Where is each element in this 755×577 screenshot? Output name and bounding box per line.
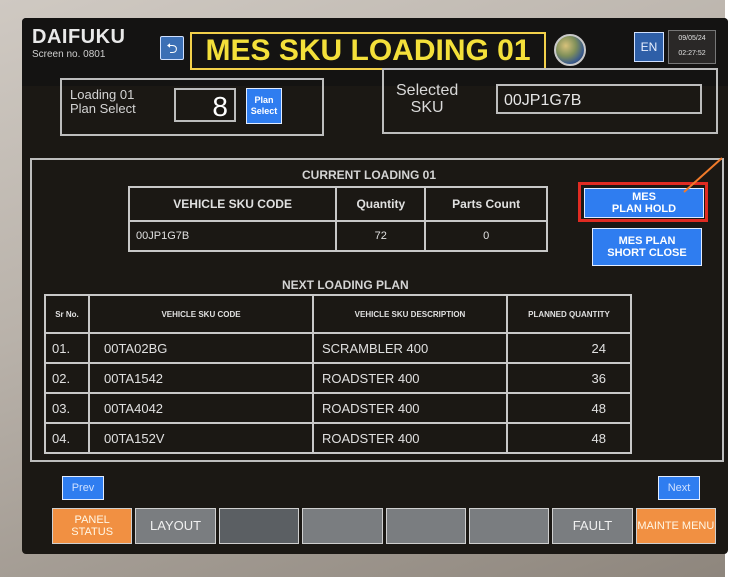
plan-select-label: Loading 01 Plan Select (70, 88, 136, 116)
cell-sku: 00TA4042 (88, 392, 314, 424)
cell-sku: 00TA152V (88, 422, 314, 454)
table-header-row: VEHICLE SKU CODE Quantity Parts Count (127, 186, 548, 222)
screen-no-label: Screen no. (32, 49, 81, 60)
plan-select-panel: Loading 01 Plan Select 8 Plan Select (60, 78, 324, 136)
mes-short-line2: SHORT CLOSE (607, 247, 687, 259)
current-loading-table: VEHICLE SKU CODE Quantity Parts Count 00… (127, 186, 548, 252)
fault-button[interactable]: FAULT (552, 508, 633, 544)
cell-description: ROADSTER 400 (312, 392, 508, 424)
cell-sr-no: 02. (44, 362, 90, 394)
cell-quantity: 72 (335, 220, 427, 252)
cell-sr-no: 01. (44, 332, 90, 364)
col-parts-count: Parts Count (424, 186, 548, 222)
loading-panel: CURRENT LOADING 01 VEHICLE SKU CODE Quan… (30, 158, 724, 462)
cell-description: ROADSTER 400 (312, 422, 508, 454)
page-margin (725, 0, 755, 577)
mes-hold-line2: PLAN HOLD (611, 203, 677, 215)
mes-short-line1: MES PLAN (618, 235, 676, 247)
table-row[interactable]: 03. 00TA4042 ROADSTER 400 48 (44, 392, 632, 424)
screen-number: Screen no. 0801 (32, 49, 105, 60)
mes-hold-line1: MES (632, 191, 656, 203)
screen-no-value: 0801 (83, 49, 106, 60)
selected-sku-value: 00JP1G7B (496, 84, 702, 114)
current-loading-title: CURRENT LOADING 01 (302, 168, 437, 182)
cell-planned-qty: 24 (506, 332, 632, 364)
globe-icon[interactable] (554, 34, 586, 66)
sku-label-line2: SKU (410, 99, 444, 116)
col-quantity: Quantity (335, 186, 427, 222)
selected-sku-panel: Selected SKU 00JP1G7B (382, 68, 718, 134)
layout-button[interactable]: LAYOUT (135, 508, 216, 544)
next-button[interactable]: Next (658, 476, 700, 500)
table-row: 00JP1G7B 72 0 (127, 220, 548, 252)
language-button[interactable]: EN (634, 32, 664, 62)
col-sr-no: Sr No. (44, 294, 90, 334)
col-vehicle-sku-code: VEHICLE SKU CODE (88, 294, 314, 334)
plan-label-line1: Loading 01 (70, 87, 135, 102)
cell-sku: 00JP1G7B (127, 220, 338, 252)
col-vehicle-sku-description: VEHICLE SKU DESCRIPTION (312, 294, 508, 334)
mes-plan-short-close-button[interactable]: MES PLAN SHORT CLOSE (592, 228, 702, 266)
table-row[interactable]: 04. 00TA152V ROADSTER 400 48 (44, 422, 632, 454)
selected-sku-label: Selected SKU (396, 82, 458, 116)
blank-button-3[interactable] (385, 508, 466, 544)
plan-number-field[interactable]: 8 (174, 88, 236, 122)
cell-planned-qty: 48 (506, 422, 632, 454)
table-row[interactable]: 01. 00TA02BG SCRAMBLER 400 24 (44, 332, 632, 364)
blank-button-1[interactable] (218, 508, 300, 544)
date-text: 09/05/24 (678, 35, 706, 42)
cell-sr-no: 04. (44, 422, 90, 454)
return-icon[interactable]: ⮌ (160, 36, 184, 60)
daifuku-logo: DAIFUKU (32, 26, 126, 48)
table-header-row: Sr No. VEHICLE SKU CODE VEHICLE SKU DESC… (44, 294, 632, 334)
cell-parts-count: 0 (424, 220, 548, 252)
hmi-screen: DAIFUKU Screen no. 0801 ⮌ MES SKU LOADIN… (22, 18, 728, 554)
date-time-display: 09/05/24 02:27:52 (668, 30, 716, 64)
col-vehicle-sku-code: VEHICLE SKU CODE (127, 186, 338, 222)
cell-sr-no: 03. (44, 392, 90, 424)
page-title: MES SKU LOADING 01 (190, 32, 546, 70)
mainte-menu-button[interactable]: MAINTE MENU (635, 508, 716, 544)
footer-menu: PANEL STATUS LAYOUT FAULT MAINTE MENU (52, 508, 716, 544)
blank-button-4[interactable] (468, 508, 550, 544)
cell-description: ROADSTER 400 (312, 362, 508, 394)
panel-status-button[interactable]: PANEL STATUS (52, 508, 133, 544)
table-row[interactable]: 02. 00TA1542 ROADSTER 400 36 (44, 362, 632, 394)
plan-select-line2: Select (250, 106, 278, 116)
next-loading-table: Sr No. VEHICLE SKU CODE VEHICLE SKU DESC… (44, 294, 632, 454)
next-loading-title: NEXT LOADING PLAN (282, 278, 409, 292)
cell-planned-qty: 48 (506, 392, 632, 424)
pointer-arrow-icon (683, 157, 723, 193)
sku-label-line1: Selected (396, 82, 459, 99)
cell-sku: 00TA02BG (88, 332, 314, 364)
plan-select-line1: Plan (254, 95, 274, 105)
time-text: 02:27:52 (678, 50, 706, 57)
prev-button[interactable]: Prev (62, 476, 104, 500)
cell-sku: 00TA1542 (88, 362, 314, 394)
col-planned-quantity: PLANNED QUANTITY (506, 294, 632, 334)
blank-button-2[interactable] (302, 508, 383, 544)
plan-select-button[interactable]: Plan Select (246, 88, 282, 124)
cell-description: SCRAMBLER 400 (312, 332, 508, 364)
cell-planned-qty: 36 (506, 362, 632, 394)
plan-label-line2: Plan Select (70, 101, 136, 116)
